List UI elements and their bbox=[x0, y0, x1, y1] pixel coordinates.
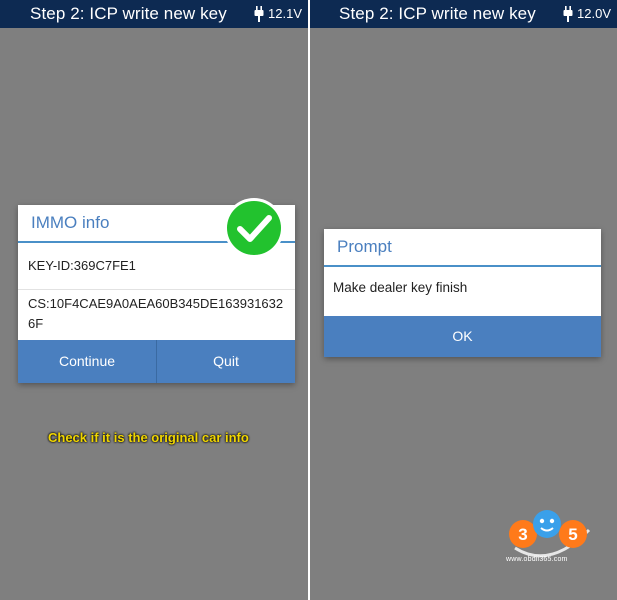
prompt-message: Make dealer key finish bbox=[333, 280, 468, 295]
ok-button[interactable]: OK bbox=[324, 316, 601, 357]
dialog-header: Prompt bbox=[324, 229, 601, 267]
voltage-reading: 12.0V bbox=[577, 6, 611, 21]
dialog-title: IMMO info bbox=[31, 213, 110, 232]
svg-text:5: 5 bbox=[568, 525, 577, 544]
dialog-title: Prompt bbox=[337, 237, 392, 256]
prompt-dialog: Prompt Make dealer key finish OK bbox=[324, 229, 601, 357]
continue-button[interactable]: Continue bbox=[18, 340, 156, 383]
plug-icon bbox=[563, 6, 573, 22]
title-bar: Step 2: ICP write new key 12.1V bbox=[0, 0, 308, 28]
voltage-reading: 12.1V bbox=[268, 6, 302, 21]
svg-text:3: 3 bbox=[518, 525, 527, 544]
left-screen: Step 2: ICP write new key 12.1V IMMO inf… bbox=[0, 0, 308, 600]
title-bar: Step 2: ICP write new key 12.0V bbox=[310, 0, 617, 28]
dialog-button-bar: OK bbox=[324, 316, 601, 357]
plug-icon bbox=[254, 6, 264, 22]
watermark-url: www.obdii365.com bbox=[506, 556, 568, 563]
dialog-button-bar: Continue Quit bbox=[18, 340, 295, 383]
checkmark-icon bbox=[224, 198, 284, 258]
cs-row: CS:10F4CAE9A0AEA60B345DE1639316326F bbox=[28, 296, 284, 331]
page-title: Step 2: ICP write new key bbox=[339, 4, 536, 23]
quit-button[interactable]: Quit bbox=[156, 340, 295, 383]
page-title: Step 2: ICP write new key bbox=[30, 4, 227, 23]
caption-subtitle: Check if it is the original car info bbox=[48, 430, 249, 445]
